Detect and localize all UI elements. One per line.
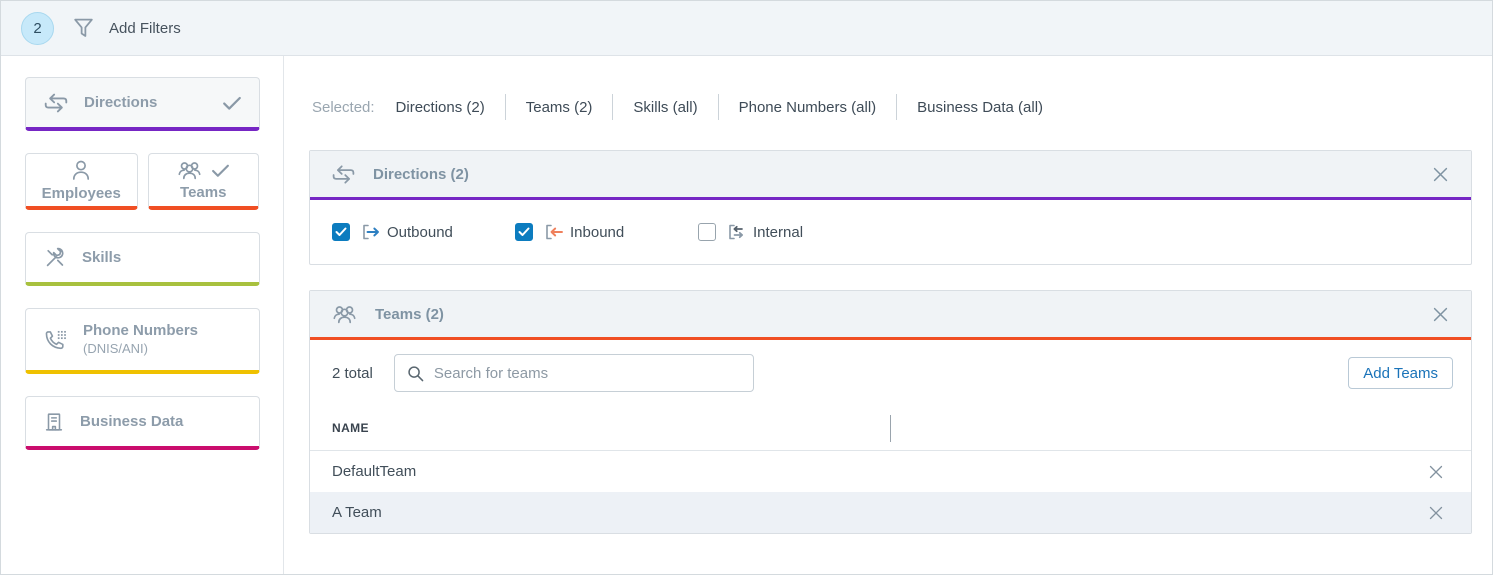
divider [718,94,719,120]
team-name: A Team [332,504,382,521]
selected-item-phone-numbers: Phone Numbers (all) [739,99,877,116]
filters-page: 2 Add Filters Directions [0,0,1493,575]
team-name: DefaultTeam [332,463,416,480]
sidebar-item-label: Skills [82,249,121,266]
divider [612,94,613,120]
selected-item-business-data: Business Data (all) [917,99,1043,116]
funnel-icon [71,16,96,41]
selected-item-skills: Skills (all) [633,99,697,116]
directions-options: Outbound Inbound [310,200,1471,264]
option-outbound[interactable]: Outbound [332,223,515,241]
column-resize-handle[interactable] [890,415,891,442]
sidebar-item-label: Teams [180,184,226,201]
selected-summary-bar: Selected: Directions (2) Teams (2) Skill… [309,94,1472,120]
checkmark-icon [211,163,230,178]
tools-icon [43,246,67,270]
selected-label: Selected: [312,99,375,116]
table-header-row: NAME [310,406,1471,451]
inbound-icon [544,223,564,241]
building-icon [43,410,65,434]
table-row: DefaultTeam [310,451,1471,492]
panel-title: Directions (2) [373,166,469,183]
panel-title: Teams (2) [375,306,444,323]
close-icon[interactable] [1431,305,1450,324]
checkmark-icon [222,95,242,111]
sidebar-item-label: Employees [42,185,121,202]
sidebar-item-label: Phone Numbers [83,322,198,341]
checkbox-inbound[interactable] [515,223,533,241]
person-icon [69,158,93,182]
sidebar-item-label: Business Data [80,413,183,430]
sidebar-item-label: Directions [84,94,157,111]
option-label: Outbound [387,224,453,241]
checkbox-outbound[interactable] [332,223,350,241]
phone-icon [43,328,68,352]
remove-team-icon[interactable] [1427,463,1445,481]
search-input[interactable] [434,365,741,382]
topbar: 2 Add Filters [1,1,1492,56]
add-teams-button[interactable]: Add Teams [1348,357,1453,389]
directions-panel-header: Directions (2) [310,151,1471,200]
sidebar-item-skills[interactable]: Skills [25,232,260,286]
search-icon [407,365,424,382]
option-label: Internal [753,224,803,241]
remove-team-icon[interactable] [1427,504,1445,522]
selected-item-directions: Directions (2) [396,99,485,116]
team-search-box [394,354,754,392]
checkbox-internal[interactable] [698,223,716,241]
sidebar-item-employees[interactable]: Employees [25,153,138,210]
option-label: Inbound [570,224,624,241]
divider [505,94,506,120]
outbound-icon [361,223,381,241]
sidebar-item-sublabel: (DNIS/ANI) [83,341,148,357]
option-internal[interactable]: Internal [698,223,881,241]
table-row: A Team [310,492,1471,533]
sidebar-item-directions[interactable]: Directions [25,77,260,131]
selected-item-teams: Teams (2) [526,99,593,116]
teams-icon [331,303,358,325]
teams-panel: Teams (2) 2 total Add Teams [309,290,1472,534]
teams-panel-header: Teams (2) [310,291,1471,340]
directions-icon [43,92,69,114]
teams-table: NAME DefaultTeam A Team [310,406,1471,533]
name-column-header: NAME [332,421,369,435]
total-count: 2 total [332,365,373,382]
filter-count-badge: 2 [21,12,54,45]
teams-icon [176,159,203,181]
close-icon[interactable] [1431,165,1450,184]
sidebar-item-teams[interactable]: Teams [148,153,260,210]
option-inbound[interactable]: Inbound [515,223,698,241]
sidebar-item-phone-numbers[interactable]: Phone Numbers (DNIS/ANI) [25,308,260,374]
sidebar-item-business-data[interactable]: Business Data [25,396,260,450]
sidebar: Directions Employees [1,56,284,574]
add-filters-button[interactable]: Add Filters [109,20,181,37]
directions-panel: Directions (2) [309,150,1472,265]
teams-toolbar: 2 total Add Teams [310,340,1471,406]
main-area: Selected: Directions (2) Teams (2) Skill… [284,56,1492,574]
internal-icon [727,223,747,241]
divider [896,94,897,120]
directions-icon [331,164,356,185]
